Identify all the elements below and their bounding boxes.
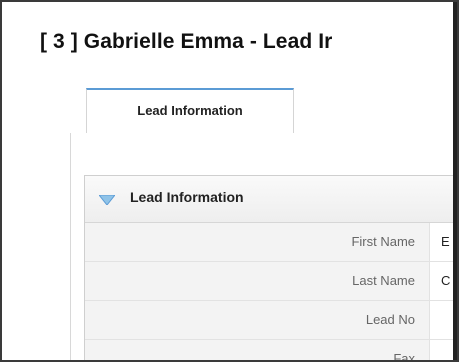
window-edge (453, 2, 457, 360)
lead-information-section: Lead Information First Name E Last Name … (84, 175, 457, 360)
field-label: Lead No (85, 301, 430, 339)
section-title: Lead Information (130, 189, 244, 205)
screenshot-frame: [ 3 ] Gabrielle Emma - Lead Ir Lead Info… (0, 0, 459, 362)
field-row-first-name: First Name E (85, 223, 457, 262)
field-label: First Name (85, 223, 430, 261)
tab-lead-information[interactable]: Lead Information (86, 88, 294, 133)
field-rows: First Name E Last Name C Lead No Fax (85, 223, 457, 360)
field-label: Fax (85, 340, 430, 360)
section-header[interactable]: Lead Information (85, 176, 457, 223)
field-label: Last Name (85, 262, 430, 300)
field-row-last-name: Last Name C (85, 262, 457, 301)
tab-strip: Lead Information (70, 88, 457, 133)
field-row-fax: Fax (85, 340, 457, 360)
page-title: [ 3 ] Gabrielle Emma - Lead Ir (40, 30, 333, 53)
triangle-down-icon[interactable] (99, 195, 115, 205)
field-row-lead-no: Lead No (85, 301, 457, 340)
